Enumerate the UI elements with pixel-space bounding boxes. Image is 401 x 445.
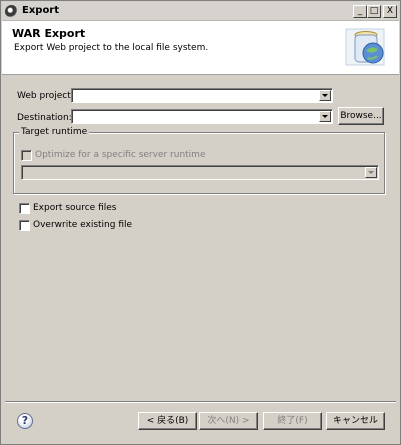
chevron-down-icon[interactable] xyxy=(319,111,331,122)
maximize-button[interactable]: □ xyxy=(367,5,381,18)
eclipse-icon xyxy=(5,5,18,18)
minimize-button[interactable]: _ xyxy=(353,5,367,18)
chevron-down-icon[interactable] xyxy=(365,167,377,178)
web-project-combo[interactable] xyxy=(71,88,333,103)
target-runtime-title: Target runtime xyxy=(19,127,90,137)
optimize-runtime-checkbox[interactable] xyxy=(21,150,32,161)
cancel-button[interactable]: キャンセル xyxy=(326,412,385,430)
destination-label: Destination: xyxy=(17,113,72,123)
overwrite-checkbox[interactable] xyxy=(19,220,30,231)
export-source-label: Export source files xyxy=(33,203,117,213)
wizard-title: WAR Export xyxy=(12,27,86,40)
browse-button[interactable]: Browse... xyxy=(338,107,384,125)
optimize-runtime-label: Optimize for a specific server runtime xyxy=(35,150,206,160)
wizard-banner: WAR Export Export Web project to the loc… xyxy=(2,21,399,75)
export-dialog: Export _ □ X WAR Export Export Web proje… xyxy=(0,0,401,445)
next-button[interactable]: 次へ(N) > xyxy=(199,412,258,430)
web-project-label: Web project: xyxy=(17,91,74,101)
back-button[interactable]: < 戻る(B) xyxy=(138,412,197,430)
export-source-checkbox[interactable] xyxy=(19,203,30,214)
finish-button[interactable]: 終了(F) xyxy=(263,412,322,430)
close-button[interactable]: X xyxy=(383,5,397,18)
jar-globe-wizard-icon xyxy=(345,28,385,66)
overwrite-label: Overwrite existing file xyxy=(33,220,133,230)
window-title: Export xyxy=(22,5,60,16)
help-icon[interactable]: ? xyxy=(17,413,33,429)
destination-combo[interactable] xyxy=(71,109,333,124)
runtime-combo[interactable] xyxy=(21,165,379,180)
footer-separator xyxy=(5,401,396,403)
target-runtime-group xyxy=(13,132,385,194)
title-bar: Export _ □ X xyxy=(2,2,399,21)
wizard-description: Export Web project to the local file sys… xyxy=(14,43,209,53)
chevron-down-icon[interactable] xyxy=(319,90,331,101)
